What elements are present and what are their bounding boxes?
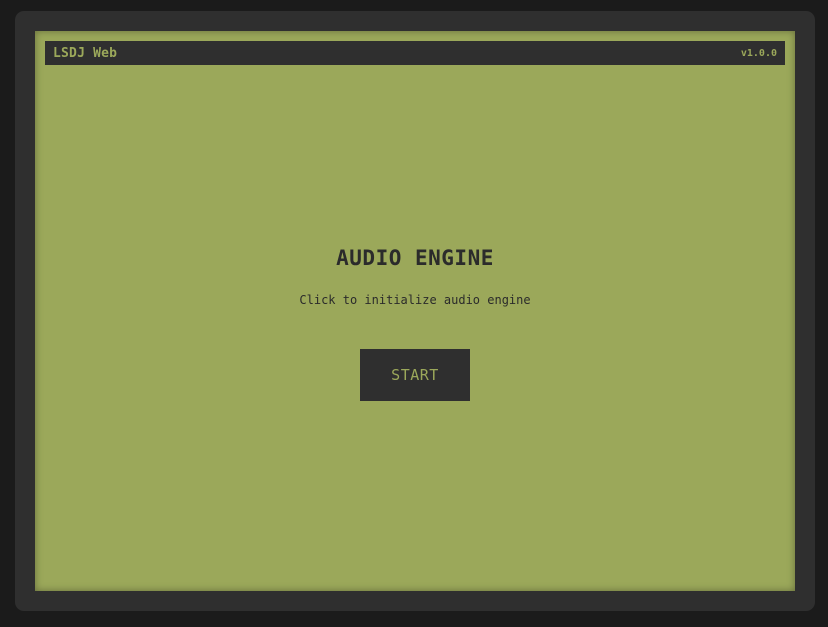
audio-init-panel: AUDIO ENGINE Click to initialize audio e… bbox=[35, 31, 795, 591]
screen: LSDJ Web v1.0.0 AUDIO ENGINE Click to in… bbox=[35, 31, 795, 591]
start-button[interactable]: START bbox=[360, 349, 470, 401]
panel-instruction: Click to initialize audio engine bbox=[299, 293, 531, 307]
device-frame: LSDJ Web v1.0.0 AUDIO ENGINE Click to in… bbox=[15, 11, 815, 611]
panel-heading: AUDIO ENGINE bbox=[336, 246, 494, 270]
